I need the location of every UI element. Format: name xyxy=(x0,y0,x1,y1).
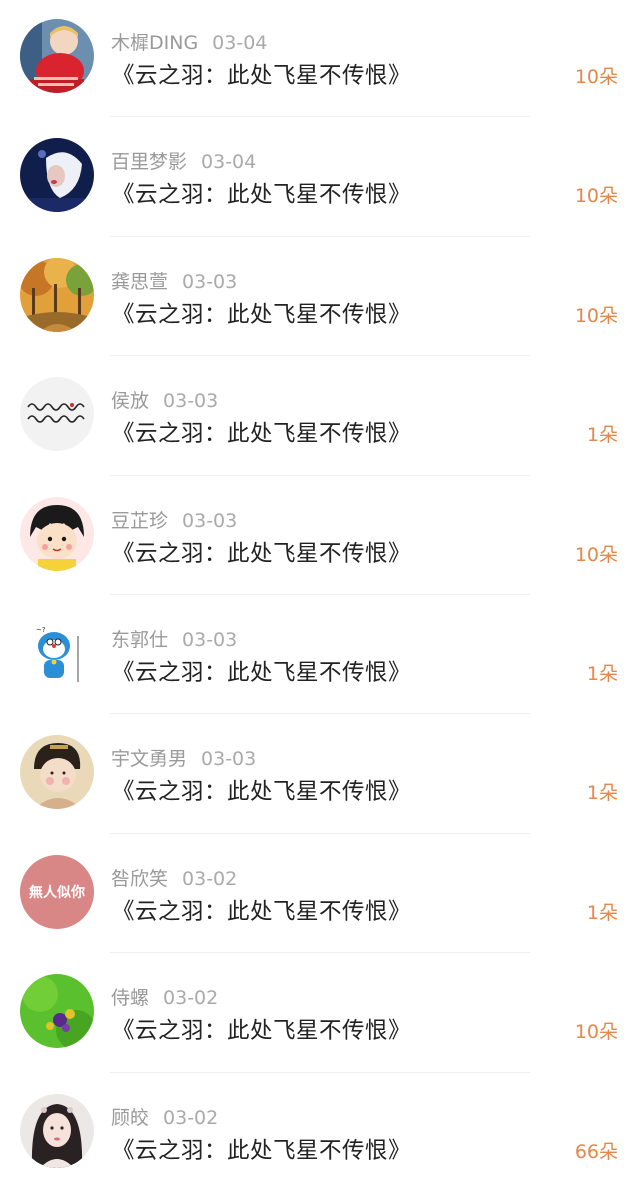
date: 03-03 xyxy=(182,509,238,532)
divider xyxy=(110,832,530,834)
date: 03-03 xyxy=(182,270,238,293)
calligraphy-text-avatar[interactable] xyxy=(20,377,94,452)
green-flowers-avatar[interactable] xyxy=(20,974,94,1049)
divider xyxy=(110,116,530,118)
cartoon-girl-avatar[interactable] xyxy=(20,496,94,571)
book-title[interactable]: 《云之羽：此处飞星不传恨》 xyxy=(112,1013,411,1045)
user-name: 豆芷珍 xyxy=(111,509,169,532)
book-title[interactable]: 《云之羽：此处飞星不传恨》 xyxy=(112,536,411,568)
gift-list: 木樨DING 03-04 《云之羽：此处飞星不传恨》 10朵 百里梦影 03-04 … xyxy=(0,0,640,1194)
flower-count: 66朵 xyxy=(574,1140,618,1163)
divider xyxy=(110,593,530,595)
flower-count: 10朵 xyxy=(574,543,618,566)
flower-count: 1朵 xyxy=(586,901,618,924)
list-item[interactable]: 百里梦影 03-04 《云之羽：此处飞星不传恨》 10朵 xyxy=(0,119,640,238)
list-item[interactable]: 宇文勇男 03-03 《云之羽：此处飞星不传恨》 1朵 xyxy=(0,716,640,835)
item-meta: 顾皎 03-02 xyxy=(111,1103,218,1130)
list-item[interactable]: 木樨DING 03-04 《云之羽：此处飞星不传恨》 10朵 xyxy=(0,0,640,119)
date: 03-02 xyxy=(163,1106,219,1129)
user-name: 侯放 xyxy=(111,390,150,413)
date: 03-02 xyxy=(163,987,219,1010)
list-item[interactable]: 豆芷珍 03-03 《云之羽：此处飞星不传恨》 10朵 xyxy=(0,478,640,597)
item-meta: 侯放 03-03 xyxy=(111,386,218,413)
date: 03-03 xyxy=(201,748,257,771)
flower-count: 10朵 xyxy=(574,1021,618,1044)
item-meta: 咎欣笑 03-02 xyxy=(111,864,237,891)
user-name: 顾皎 xyxy=(111,1106,150,1129)
baby-photo-avatar[interactable] xyxy=(20,19,94,93)
ancient-beauty-avatar[interactable] xyxy=(20,1093,94,1168)
flower-count: 10朵 xyxy=(574,304,618,327)
user-name: 百里梦影 xyxy=(111,151,188,174)
date: 03-03 xyxy=(182,628,238,651)
book-title[interactable]: 《云之羽：此处飞星不传恨》 xyxy=(112,1133,411,1165)
list-item[interactable]: ~? 东郭仕 03-03 《云之羽：此处飞星不传恨》 1朵 xyxy=(0,597,640,716)
item-meta: 豆芷珍 03-03 xyxy=(111,506,237,533)
autumn-trees-avatar[interactable] xyxy=(20,257,94,332)
list-item[interactable]: 龚思萱 03-03 《云之羽：此处飞星不传恨》 10朵 xyxy=(0,239,640,358)
svg-text:~?: ~? xyxy=(36,626,46,634)
doraemon-avatar[interactable]: ~? xyxy=(20,615,94,690)
divider xyxy=(110,713,530,715)
item-meta: 百里梦影 03-04 xyxy=(111,147,256,174)
tang-lady-avatar[interactable] xyxy=(20,735,94,810)
list-item[interactable]: 無人似你 咎欣笑 03-02 《云之羽：此处飞星不传恨》 1朵 xyxy=(0,836,640,955)
user-name: 宇文勇男 xyxy=(111,748,188,771)
flower-count: 1朵 xyxy=(586,424,618,447)
date: 03-04 xyxy=(212,32,268,54)
divider xyxy=(110,355,530,357)
divider xyxy=(110,1071,530,1073)
date: 03-02 xyxy=(182,867,238,890)
user-name: 侍螺 xyxy=(111,987,150,1010)
item-meta: 龚思萱 03-03 xyxy=(111,267,237,294)
list-item[interactable]: 侯放 03-03 《云之羽：此处飞星不传恨》 1朵 xyxy=(0,358,640,477)
text-badge-avatar[interactable]: 無人似你 xyxy=(20,854,94,929)
book-title[interactable]: 《云之羽：此处飞星不传恨》 xyxy=(112,774,411,806)
user-name: 咎欣笑 xyxy=(111,867,169,890)
list-item[interactable]: 侍螺 03-02 《云之羽：此处飞星不传恨》 10朵 xyxy=(0,955,640,1074)
item-meta: 侍螺 03-02 xyxy=(111,983,218,1010)
book-title[interactable]: 《云之羽：此处飞星不传恨》 xyxy=(112,177,411,209)
user-name: 木樨DING xyxy=(111,32,199,54)
book-title[interactable]: 《云之羽：此处飞星不传恨》 xyxy=(112,416,411,448)
divider xyxy=(110,474,530,476)
divider xyxy=(110,235,530,237)
flower-count: 1朵 xyxy=(586,662,618,685)
user-name: 东郭仕 xyxy=(111,628,169,651)
flower-count: 1朵 xyxy=(586,782,618,805)
item-meta: 宇文勇男 03-03 xyxy=(111,744,256,771)
book-title[interactable]: 《云之羽：此处飞星不传恨》 xyxy=(112,58,411,90)
item-meta: 东郭仕 03-03 xyxy=(111,625,237,652)
book-title[interactable]: 《云之羽：此处飞星不传恨》 xyxy=(112,894,411,926)
list-item[interactable]: 顾皎 03-02 《云之羽：此处飞星不传恨》 66朵 xyxy=(0,1075,640,1194)
avatar-text: 無人似你 xyxy=(29,884,85,901)
item-meta: 木樨DING 03-04 xyxy=(111,28,267,55)
flower-count: 10朵 xyxy=(574,66,618,88)
flower-count: 10朵 xyxy=(574,185,618,208)
book-title[interactable]: 《云之羽：此处飞星不传恨》 xyxy=(112,297,411,329)
portrait-photo-avatar[interactable] xyxy=(20,138,94,213)
book-title[interactable]: 《云之羽：此处飞星不传恨》 xyxy=(112,655,411,687)
user-name: 龚思萱 xyxy=(111,270,169,293)
date: 03-03 xyxy=(163,390,219,413)
divider xyxy=(110,952,530,954)
date: 03-04 xyxy=(201,151,257,174)
